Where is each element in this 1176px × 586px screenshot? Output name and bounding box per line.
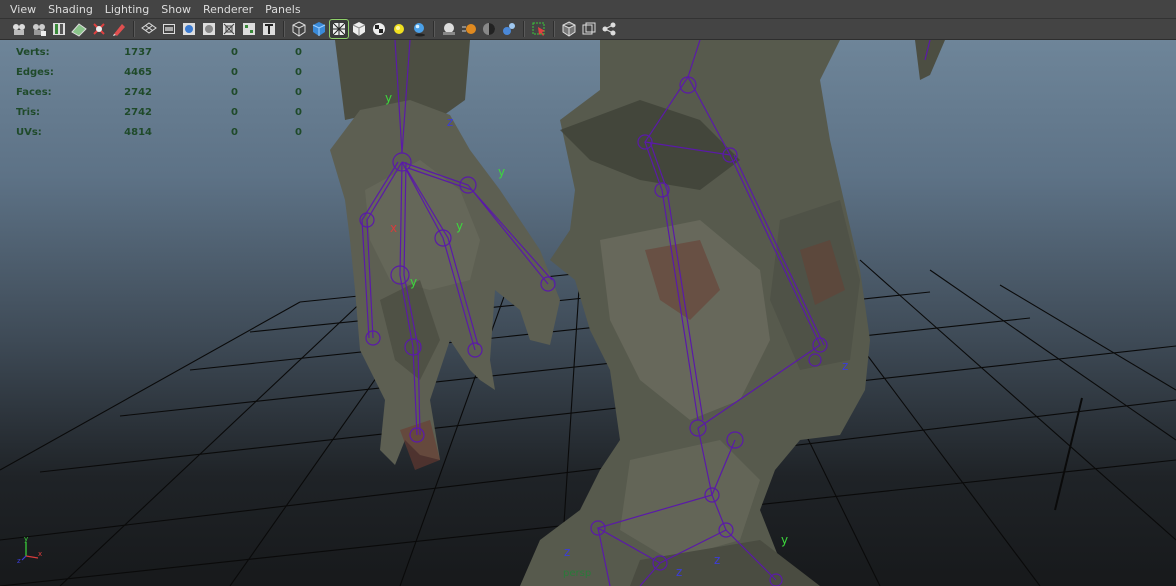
toolbar-separator <box>133 21 135 37</box>
2d-pan-zoom-icon[interactable] <box>90 20 108 38</box>
joint-axis-y-label: y <box>498 165 505 179</box>
hud-value: 0 <box>231 46 238 58</box>
menu-renderer[interactable]: Renderer <box>197 0 259 19</box>
film-gate-icon[interactable] <box>160 20 178 38</box>
hud-value: 0 <box>295 86 302 98</box>
xray-joints-icon[interactable] <box>600 20 618 38</box>
hud-row-faces: Faces: 2742 0 0 <box>16 82 302 102</box>
hud-row-uvs: UVs: 4814 0 0 <box>16 122 302 142</box>
hud-value: 4814 <box>124 126 152 138</box>
hud-value: 1737 <box>124 46 152 58</box>
menu-shading[interactable]: Shading <box>42 0 99 19</box>
menu-lighting[interactable]: Lighting <box>99 0 155 19</box>
joint-axis-z-label: z <box>447 115 453 129</box>
depth-of-field-icon[interactable] <box>500 20 518 38</box>
toolbar-separator <box>433 21 435 37</box>
hud-value: 0 <box>231 126 238 138</box>
xray-icon[interactable] <box>560 20 578 38</box>
hud-label: Edges: <box>16 66 54 78</box>
smooth-shade-icon[interactable] <box>310 20 328 38</box>
hud-value: 2742 <box>124 86 152 98</box>
menu-panels[interactable]: Panels <box>259 0 306 19</box>
shadows-icon[interactable] <box>410 20 428 38</box>
grid-icon[interactable] <box>140 20 158 38</box>
panel-menu-bar: View Shading Lighting Show Renderer Pane… <box>0 0 1176 19</box>
hud-value: 4465 <box>124 66 152 78</box>
joint-axis-y-label: y <box>410 275 417 289</box>
joint-axis-z-label: z <box>842 359 848 373</box>
image-plane-icon[interactable] <box>70 20 88 38</box>
hud-value: 2742 <box>124 106 152 118</box>
wireframe-icon[interactable] <box>290 20 308 38</box>
character-mesh <box>330 40 945 586</box>
hud-row-verts: Verts: 1737 0 0 <box>16 42 302 62</box>
bookmark-icon[interactable] <box>50 20 68 38</box>
joint-axis-z-label: z <box>564 545 570 559</box>
hud-value: 0 <box>231 66 238 78</box>
hud-value: 0 <box>231 106 238 118</box>
grease-pencil-icon[interactable] <box>110 20 128 38</box>
xray-active-components-icon[interactable] <box>580 20 598 38</box>
textured-icon[interactable] <box>370 20 388 38</box>
joint-axis-y-label: y <box>385 91 392 105</box>
hud-value: 0 <box>295 106 302 118</box>
hud-value: 0 <box>295 66 302 78</box>
resolution-gate-icon[interactable] <box>180 20 198 38</box>
use-all-lights-icon[interactable] <box>390 20 408 38</box>
isolate-select-icon[interactable] <box>530 20 548 38</box>
view-axis-indicator: y x z <box>17 535 42 564</box>
default-material-icon[interactable] <box>350 20 368 38</box>
toolbar-separator <box>553 21 555 37</box>
menu-show[interactable]: Show <box>155 0 197 19</box>
menu-view[interactable]: View <box>4 0 42 19</box>
hud-row-edges: Edges: 4465 0 0 <box>16 62 302 82</box>
hud-label: Verts: <box>16 46 50 58</box>
axis-z-label: z <box>17 557 21 564</box>
toolbar-separator <box>523 21 525 37</box>
perspective-viewport[interactable]: y y y y y z z z z z x Verts: 1737 0 0 Ed… <box>0 40 1176 586</box>
field-chart-icon[interactable] <box>220 20 238 38</box>
camera-attributes-icon[interactable] <box>30 20 48 38</box>
hud-label: UVs: <box>16 126 42 138</box>
joint-axis-x-label: x <box>390 221 397 235</box>
screen-space-ao-icon[interactable] <box>440 20 458 38</box>
joint-axis-y-label: y <box>456 219 463 233</box>
joint-axis-y-label: y <box>781 533 788 547</box>
camera-name-label: persp <box>563 568 592 579</box>
panel-toolbar <box>0 19 1176 40</box>
safe-action-icon[interactable] <box>240 20 258 38</box>
camera-select-icon[interactable] <box>10 20 28 38</box>
multisample-aa-icon[interactable] <box>480 20 498 38</box>
hud-row-tris: Tris: 2742 0 0 <box>16 102 302 122</box>
wireframe-on-shaded-icon[interactable] <box>329 19 349 39</box>
hud-value: 0 <box>295 46 302 58</box>
gate-mask-icon[interactable] <box>200 20 218 38</box>
hud-value: 0 <box>295 126 302 138</box>
axis-y-label: y <box>24 535 28 543</box>
hud-value: 0 <box>231 86 238 98</box>
joint-axis-z-label: z <box>676 565 682 579</box>
motion-blur-icon[interactable] <box>460 20 478 38</box>
axis-x-label: x <box>38 550 42 558</box>
joint-axis-z-label: z <box>714 553 720 567</box>
safe-title-icon[interactable] <box>260 20 278 38</box>
hud-label: Faces: <box>16 86 52 98</box>
poly-count-hud: Verts: 1737 0 0 Edges: 4465 0 0 Faces: 2… <box>16 42 302 142</box>
hud-label: Tris: <box>16 106 41 118</box>
toolbar-separator <box>283 21 285 37</box>
